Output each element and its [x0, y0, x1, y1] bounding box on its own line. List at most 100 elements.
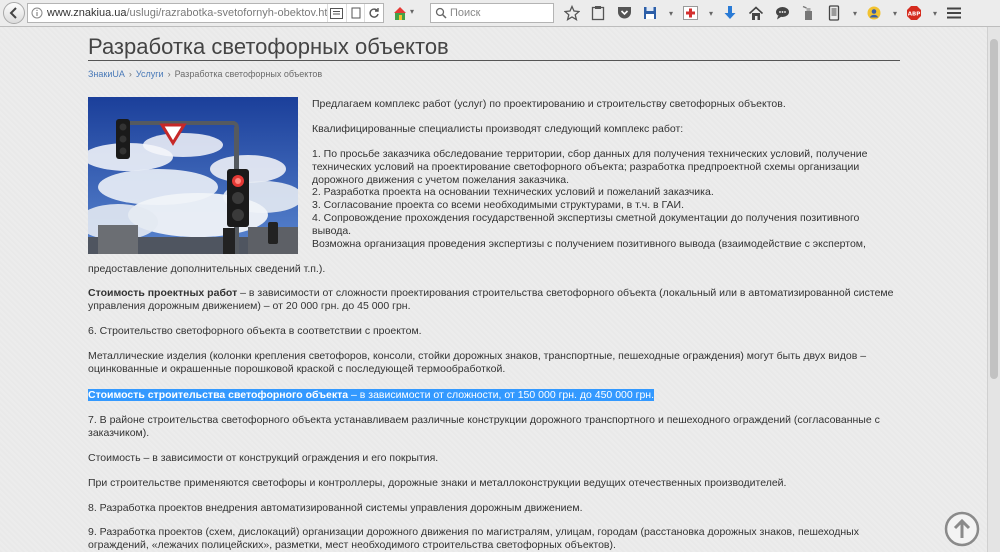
page-icon-button[interactable] [345, 4, 365, 22]
tablet-icon [828, 5, 840, 21]
downloads-button[interactable] [720, 3, 740, 23]
design-cost-line: управления дорожным движением) – от 20 0… [88, 299, 411, 312]
item9-line: ограждений, «лежачих полицейских», разме… [88, 538, 616, 551]
metal-products-line: оцинкованные и окрашенные порошковой кра… [88, 362, 506, 375]
service-list-line: 4. Сопровождение прохождения государстве… [312, 211, 860, 224]
item6-text: 6. Строительство светофорного объекта в … [88, 325, 422, 337]
qualified-text: Квалифицированные специалисты производят… [312, 123, 684, 135]
addon-red-dropdown[interactable]: ▾ [706, 3, 716, 23]
home-button[interactable] [746, 3, 766, 23]
bookmarks-list-button[interactable] [588, 3, 608, 23]
selected-text[interactable]: Стоимость строительства светофорного объ… [88, 389, 655, 401]
item9-paragraph: 9. Разработка проектов (схем, дислокаций… [88, 526, 859, 552]
scroll-to-top-button[interactable] [944, 511, 980, 547]
reload-icon [369, 8, 379, 18]
house-color-icon [394, 7, 406, 20]
spray-bottle-icon [802, 5, 812, 20]
page-content: Разработка светофорных объектов ЗнакиUA ›… [0, 27, 987, 552]
service-list-line: Возможна организация проведения эксперти… [312, 237, 866, 250]
home-icon [748, 5, 764, 20]
medical-cross-icon [682, 6, 698, 20]
item9-line: 9. Разработка проектов (схем, дислокаций… [88, 526, 859, 538]
design-cost-paragraph: Стоимость проектных работ – в зависимост… [88, 287, 893, 313]
toolbar-icons: ▾ ▾ ▾ ▾ ABP ▾ [562, 3, 970, 23]
metal-products-line: Металлические изделия (колонки крепления… [88, 350, 867, 362]
adblock-icon: ABP [907, 6, 921, 20]
page-scrollbar[interactable] [987, 27, 1000, 552]
hamburger-menu-icon [947, 7, 961, 19]
profile-badge-icon [867, 6, 881, 20]
scrollbar-thumb[interactable] [990, 39, 998, 379]
reader-view-button[interactable] [327, 4, 346, 22]
addon-profile-dropdown[interactable]: ▾ [890, 3, 900, 23]
clipboard-icon [591, 6, 605, 21]
colorful-addon-button[interactable] [392, 5, 408, 21]
browser-toolbar: www.znakiua.ua/uslugi/razrabotka-svetofo… [0, 0, 1000, 27]
floppy-icon [644, 7, 656, 19]
url-text[interactable]: www.znakiua.ua/uslugi/razrabotka-svetofo… [47, 7, 327, 19]
search-field[interactable]: Поиск [430, 3, 554, 23]
url-bar[interactable]: www.znakiua.ua/uslugi/razrabotka-svetofo… [27, 3, 384, 23]
service-list-line: 2. Разработка проекта на основании техни… [312, 186, 714, 199]
search-placeholder: Поиск [450, 7, 481, 19]
service-list-line: 3. Согласование проекта со всеми необход… [312, 199, 684, 212]
pocket-icon [617, 7, 631, 19]
back-button[interactable] [3, 2, 25, 24]
open-menu-button[interactable] [944, 3, 964, 23]
page-title: Разработка светофорных объектов [88, 34, 449, 59]
breadcrumb-services-link[interactable]: Услуги [136, 69, 164, 79]
url-domain: www.znakiua.ua [47, 7, 127, 19]
download-arrow-icon [724, 6, 736, 19]
info-icon [31, 7, 43, 19]
chat-button[interactable] [772, 3, 792, 23]
build-cost-paragraph: Стоимость строительства светофорного объ… [88, 389, 655, 402]
addon-spray-button[interactable] [798, 3, 818, 23]
save-dropdown[interactable]: ▾ [666, 3, 676, 23]
build-cost-value: – в зависимости от сложности, от 150 000… [348, 389, 655, 401]
page-icon [351, 7, 361, 19]
chat-bubble-icon [775, 7, 789, 20]
addon-tablet-button[interactable] [824, 3, 844, 23]
service-list-line: 1. По просьбе заказчика обследование тер… [312, 148, 868, 160]
reader-view-icon [330, 7, 344, 19]
service-list: 1. По просьбе заказчика обследование тер… [312, 148, 867, 250]
addon-dropdown[interactable]: ▾ [410, 7, 414, 16]
service-list-line: вывода. [312, 224, 352, 237]
breadcrumb-current: Разработка светофорных объектов [174, 69, 323, 79]
metal-products-paragraph: Металлические изделия (колонки крепления… [88, 350, 866, 376]
breadcrumb: ЗнакиUA › Услуги › Разработка светофорных об… [88, 69, 322, 79]
save-page-button[interactable] [640, 3, 660, 23]
adblock-label: ABP [908, 12, 920, 18]
bookmark-star-button[interactable] [562, 3, 582, 23]
star-icon [564, 5, 580, 21]
reload-button[interactable] [364, 4, 383, 22]
breadcrumb-home-link[interactable]: ЗнакиUA [88, 69, 125, 79]
title-divider [88, 60, 900, 61]
traffic-light-photo [88, 97, 298, 254]
addon-tablet-dropdown[interactable]: ▾ [850, 3, 860, 23]
search-icon [435, 7, 447, 19]
fence-cost-text: Стоимость – в зависимости от конструкций… [88, 452, 439, 464]
item7-line: заказчиком). [88, 426, 150, 439]
pocket-button[interactable] [614, 3, 634, 23]
arrow-up-circle-icon [944, 511, 980, 547]
item8-text: 8. Разработка проектов внедрения автомат… [88, 502, 583, 514]
design-cost-line: – в зависимости от сложности проектирова… [237, 287, 894, 299]
addon-profile-button[interactable] [864, 3, 884, 23]
adblock-button[interactable]: ABP [904, 3, 924, 23]
service-list-line: технических условий на проектирование св… [312, 160, 860, 173]
build-cost-label: Стоимость строительства светофорного объ… [88, 389, 349, 401]
design-cost-label: Стоимость проектных работ [88, 287, 238, 299]
construction-text: При строительстве применяются светофоры … [88, 477, 787, 489]
intro-text: Предлагаем комплекс работ (услуг) по про… [312, 98, 786, 110]
item7-line: 7. В районе строительства светофорного о… [88, 414, 880, 426]
breadcrumb-separator: › [128, 69, 132, 79]
expertise-continuation: предоставление дополнительных сведений т… [88, 263, 326, 275]
breadcrumb-separator: › [167, 69, 171, 79]
arrow-left-icon [9, 7, 17, 19]
url-path: /uslugi/razrabotka-svetofornyh-obektov.h… [126, 7, 328, 19]
item7-paragraph: 7. В районе строительства светофорного о… [88, 414, 880, 440]
adblock-dropdown[interactable]: ▾ [930, 3, 940, 23]
addon-red-cross-button[interactable] [680, 3, 700, 23]
service-list-line: дорожного движения с учетом пожелания за… [312, 173, 570, 186]
